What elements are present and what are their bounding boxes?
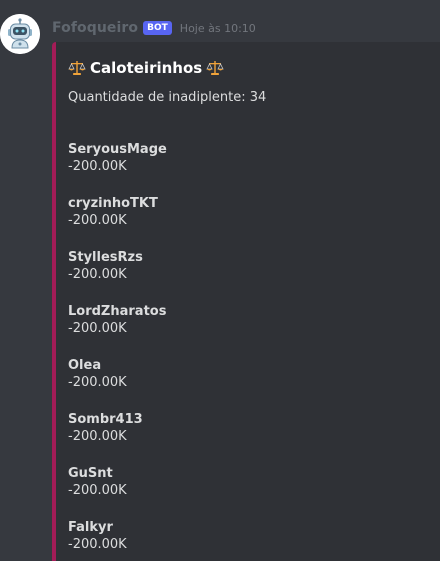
author-name[interactable]: Fofoqueiro	[52, 20, 138, 36]
field-name: StyllesRzs	[68, 250, 143, 265]
bot-badge: BOT	[143, 21, 172, 35]
embed-field: Sombr413 -200.00K	[68, 412, 143, 446]
field-value: -200.00K	[68, 159, 127, 174]
field-value: -200.00K	[68, 267, 127, 282]
robot-avatar-icon[interactable]	[0, 14, 40, 54]
field-value: -200.00K	[68, 537, 127, 552]
embed-field: GuSnt -200.00K	[68, 466, 127, 500]
embed-field: cryzinhoTKT -200.00K	[68, 196, 158, 230]
field-name: GuSnt	[68, 466, 113, 481]
field-name: LordZharatos	[68, 304, 167, 319]
balance-scale-icon	[68, 59, 86, 77]
embed-title-text: Caloteirinhos	[90, 59, 203, 77]
embed-description: Quantidade de inadiplente: 34	[68, 90, 267, 105]
embed-field: Falkyr -200.00K	[68, 520, 127, 554]
embed-card: Caloteirinhos Quantidade de inadiplente:…	[52, 42, 440, 561]
field-value: -200.00K	[68, 429, 127, 444]
embed-field: SeryousMage -200.00K	[68, 142, 167, 176]
balance-scale-icon	[206, 59, 224, 77]
field-name: SeryousMage	[68, 142, 167, 157]
field-name: Falkyr	[68, 520, 113, 535]
embed-field: Olea -200.00K	[68, 358, 127, 392]
field-value: -200.00K	[68, 483, 127, 498]
message-header: Fofoqueiro BOT Hoje às 10:10	[52, 18, 256, 38]
field-value: -200.00K	[68, 375, 127, 390]
field-name: Olea	[68, 358, 102, 373]
field-name: cryzinhoTKT	[68, 196, 158, 211]
embed-field: StyllesRzs -200.00K	[68, 250, 143, 284]
field-name: Sombr413	[68, 412, 143, 427]
message-timestamp: Hoje às 10:10	[179, 21, 256, 35]
embed-title: Caloteirinhos	[68, 59, 224, 77]
chat-message: Fofoqueiro BOT Hoje às 10:10 Caloteirinh…	[0, 0, 440, 561]
field-value: -200.00K	[68, 213, 127, 228]
field-value: -200.00K	[68, 321, 127, 336]
embed-field: LordZharatos -200.00K	[68, 304, 166, 338]
